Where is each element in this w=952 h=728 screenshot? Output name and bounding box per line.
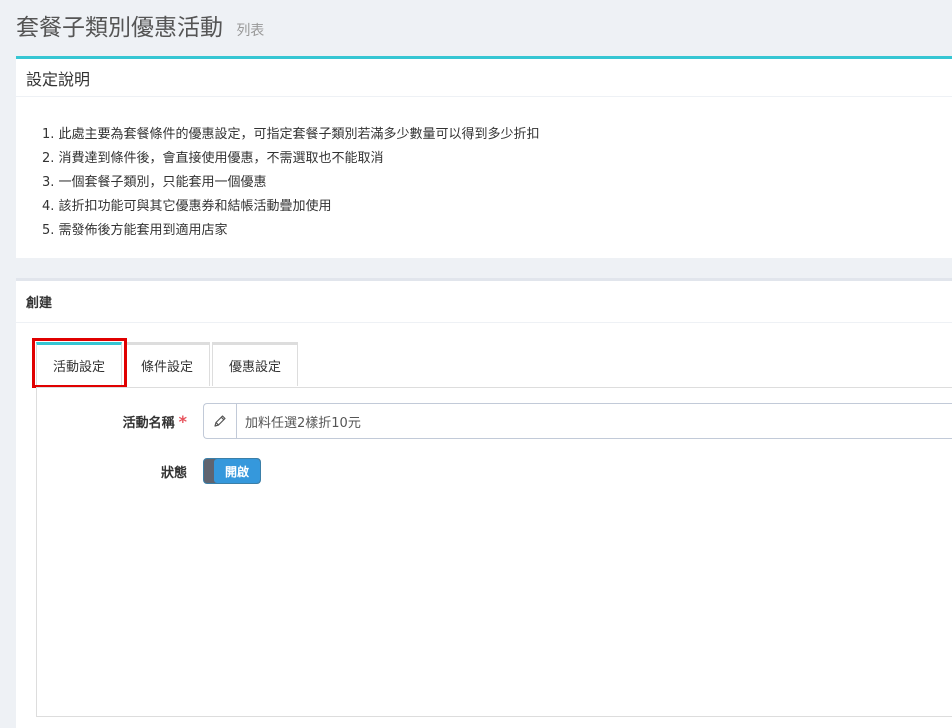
status-row: 狀態	[37, 458, 187, 484]
info-item: 1. 此處主要為套餐條件的優惠設定，可指定套餐子類別若滿多少數量可以得到多少折扣	[42, 127, 540, 142]
tab-condition-settings[interactable]: 條件設定	[124, 342, 211, 386]
status-label: 狀態	[160, 465, 187, 481]
tab-bar: 活動設定 條件設定 優惠設定	[36, 342, 300, 388]
tab-discount-settings[interactable]: 優惠設定	[212, 342, 299, 386]
status-toggle-on-label: 開啟	[214, 459, 260, 483]
activity-name-input-group	[203, 403, 952, 439]
page-title: 套餐子類別優惠活動 列表	[16, 8, 264, 42]
page-head: 套餐子類別優惠活動 列表	[0, 0, 952, 56]
info-panel-title: 設定說明	[16, 59, 952, 97]
activity-name-input[interactable]	[237, 404, 952, 438]
page-title-text: 套餐子類別優惠活動	[16, 15, 223, 41]
info-item: 2. 消費達到條件後，會直接使用優惠，不需選取也不能取消	[42, 151, 384, 166]
create-panel-title: 創建	[16, 281, 952, 323]
info-item: 3. 一個套餐子類別，只能套用一個優惠	[42, 175, 267, 190]
activity-name-label: 活動名稱	[122, 415, 175, 431]
tab-pane-activity-settings: 活動名稱 * 狀態 開啟	[36, 387, 952, 717]
info-item: 4. 該折扣功能可與其它優惠券和結帳活動疊加使用	[42, 199, 332, 214]
tab-activity-settings[interactable]: 活動設定	[36, 342, 123, 386]
info-panel: 設定說明 1. 此處主要為套餐條件的優惠設定，可指定套餐子類別若滿多少數量可以得…	[16, 56, 952, 258]
page-subtitle: 列表	[236, 23, 265, 39]
status-toggle[interactable]: 開啟	[203, 458, 261, 484]
name-row: 活動名稱 *	[37, 403, 187, 439]
info-item: 5. 需發佈後方能套用到適用店家	[42, 223, 228, 238]
create-panel: 創建 活動設定 條件設定 優惠設定 活動名稱 * 狀態 開啟	[16, 278, 952, 728]
info-list: 1. 此處主要為套餐條件的優惠設定，可指定套餐子類別若滿多少數量可以得到多少折扣…	[42, 123, 540, 243]
pencil-icon	[204, 404, 237, 438]
required-mark: *	[178, 411, 187, 431]
